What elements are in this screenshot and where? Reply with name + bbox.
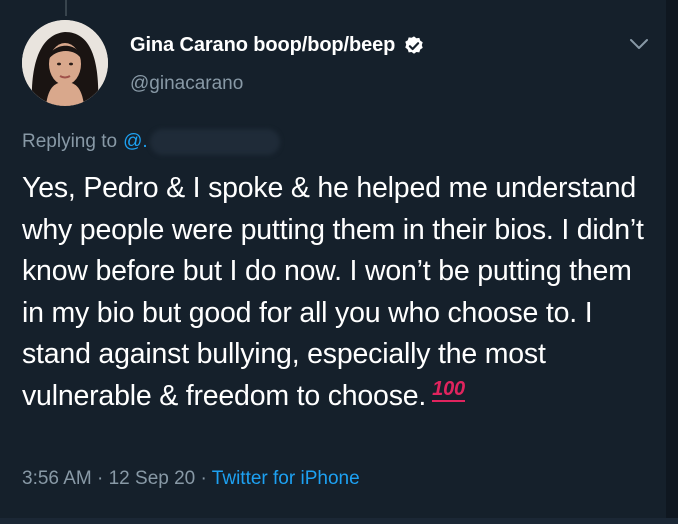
tweet-source-link[interactable]: Twitter for iPhone bbox=[212, 468, 360, 489]
tweet-body: Yes, Pedro & I spoke & he helped me unde… bbox=[22, 172, 644, 412]
tweet-card: Gina Carano boop/bop/beep @ginacarano Re… bbox=[0, 0, 678, 524]
replying-to-row: Replying to @. bbox=[22, 129, 280, 155]
meta-separator-2: · bbox=[200, 468, 207, 489]
tweet-time[interactable]: 3:56 AM bbox=[22, 468, 92, 489]
author-name-row[interactable]: Gina Carano boop/bop/beep bbox=[130, 34, 425, 57]
reply-mention-link[interactable]: @. bbox=[123, 131, 148, 153]
author-display-name[interactable]: Gina Carano boop/bop/beep bbox=[130, 34, 395, 57]
bottom-divider bbox=[0, 518, 678, 524]
avatar-image bbox=[22, 20, 108, 106]
chevron-down-icon[interactable] bbox=[628, 36, 650, 52]
tweet-date[interactable]: 12 Sep 20 bbox=[109, 468, 196, 489]
window-edge bbox=[666, 0, 678, 524]
author-handle[interactable]: @ginacarano bbox=[130, 73, 243, 95]
thread-connector-line bbox=[65, 0, 67, 16]
replying-to-label: Replying to bbox=[22, 131, 118, 152]
avatar[interactable] bbox=[22, 20, 108, 106]
verified-badge-icon bbox=[403, 35, 425, 57]
tweet-meta: 3:56 AM · 12 Sep 20 · Twitter for iPhone bbox=[22, 468, 360, 490]
hundred-points-emoji-icon: 100 bbox=[432, 378, 465, 403]
tweet-text: Yes, Pedro & I spoke & he helped me unde… bbox=[22, 168, 652, 417]
redaction-blur bbox=[149, 129, 280, 155]
meta-separator: · bbox=[97, 468, 104, 489]
